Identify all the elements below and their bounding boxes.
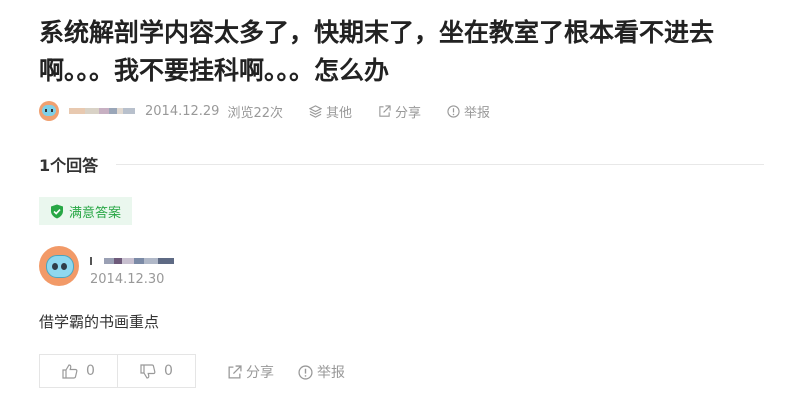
- answer-text: 借学霸的书画重点: [39, 313, 160, 331]
- share-label: 分享: [395, 105, 422, 121]
- asker-name-blurred[interactable]: [69, 106, 135, 116]
- report-icon: [298, 364, 313, 380]
- share-button[interactable]: 分享: [378, 102, 421, 121]
- answers-count: 1个回答: [39, 156, 99, 175]
- answer-share-button[interactable]: 分享: [227, 362, 274, 382]
- more-label: 其他: [325, 105, 352, 121]
- share-icon: [379, 104, 391, 117]
- thumbs-down-icon: [140, 363, 156, 379]
- more-button[interactable]: 其他: [308, 102, 352, 121]
- report-icon: [447, 104, 460, 118]
- divider: [116, 163, 764, 165]
- upvote-button[interactable]: 0: [40, 355, 117, 387]
- answer-report-label: 举报: [317, 365, 345, 381]
- avatar-eye: [61, 263, 67, 270]
- asker-avatar[interactable]: [39, 101, 59, 121]
- report-button[interactable]: 举报: [447, 102, 490, 121]
- shield-check-icon: [51, 204, 63, 218]
- answer-report-button[interactable]: 举报: [298, 362, 345, 382]
- avatar-eye: [52, 263, 58, 270]
- downvote-button[interactable]: 0: [117, 355, 195, 387]
- answer-share-label: 分享: [246, 365, 274, 381]
- report-label: 举报: [464, 105, 491, 121]
- answers-header: 1个回答: [39, 153, 764, 175]
- upvote-count: 0: [86, 363, 95, 379]
- best-answer-label: 满意答案: [69, 205, 122, 221]
- best-answer-badge: 满意答案: [39, 197, 133, 225]
- share-icon: [228, 364, 242, 378]
- question-date: 2014.12.29: [145, 103, 220, 119]
- vote-box: 0 0: [39, 354, 196, 388]
- avatar-face: [46, 255, 74, 278]
- downvote-count: 0: [164, 363, 173, 379]
- answer-actions: 分享 举报: [227, 362, 369, 382]
- answerer-name-blurred[interactable]: [90, 256, 174, 266]
- answerer-avatar[interactable]: [39, 246, 79, 286]
- question-views: 浏览22次: [227, 105, 283, 121]
- question-meta: 2014.12.29 浏览22次 其他 分享 举报: [39, 100, 516, 122]
- layers-icon: [308, 104, 322, 118]
- question-title: 系统解剖学内容太多了，快期末了，坐在教室了根本看不进去啊。。。我不要挂科啊。。。…: [39, 18, 715, 85]
- answer-date: 2014.12.30: [90, 272, 165, 287]
- thumbs-up-icon: [62, 363, 78, 379]
